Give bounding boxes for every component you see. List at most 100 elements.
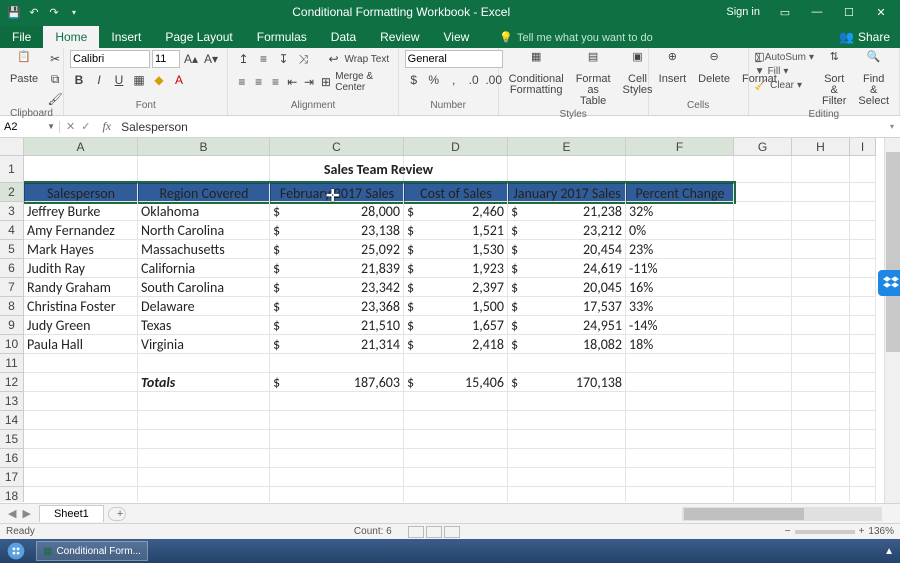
underline-button[interactable]: U [110,71,128,89]
page-break-view-icon[interactable] [444,526,460,538]
empty-cell[interactable] [734,259,792,278]
cancel-formula-icon[interactable]: ✕ [66,120,75,133]
column-header-F[interactable]: F [626,138,734,156]
tab-page-layout[interactable]: Page Layout [153,26,244,48]
empty-cell[interactable] [626,487,734,502]
empty-cell[interactable] [792,449,850,468]
cell[interactable]: 21,510 [270,316,404,335]
empty-cell[interactable] [734,278,792,297]
row-header-5[interactable]: 5 [0,240,24,259]
empty-cell[interactable] [270,411,404,430]
tab-view[interactable]: View [432,26,482,48]
minimize-button[interactable]: — [802,2,832,22]
qat-customize-icon[interactable]: ▾ [66,4,82,20]
empty-cell[interactable] [850,335,876,354]
empty-cell[interactable] [734,392,792,411]
find-select-button[interactable]: 🔍Find & Select [854,50,893,109]
column-header-B[interactable]: B [138,138,270,156]
font-size-select[interactable] [152,50,180,68]
align-left-icon[interactable]: ≡ [234,73,249,91]
ribbon-options-icon[interactable]: ▭ [770,2,800,22]
cell[interactable]: 2,460 [404,202,508,221]
empty-cell[interactable] [626,430,734,449]
cut-icon[interactable]: ✂ [46,50,64,68]
cell[interactable]: Totals [138,373,270,392]
empty-cell[interactable] [138,487,270,502]
empty-cell[interactable] [138,430,270,449]
cell[interactable]: 28,000 [270,202,404,221]
align-bottom-icon[interactable]: ↧ [274,50,292,68]
cell[interactable]: 20,045 [508,278,626,297]
cell[interactable]: Texas [138,316,270,335]
empty-cell[interactable] [626,392,734,411]
header-cell[interactable]: January 2017 Sales [508,183,626,202]
cell[interactable]: Randy Graham [24,278,138,297]
empty-cell[interactable] [404,430,508,449]
empty-cell[interactable] [24,373,138,392]
undo-icon[interactable]: ↶ [26,4,42,20]
empty-cell[interactable] [138,468,270,487]
row-header-7[interactable]: 7 [0,278,24,297]
cell[interactable]: 15,406 [404,373,508,392]
cell[interactable]: 24,951 [508,316,626,335]
cell[interactable]: 23% [626,240,734,259]
increase-decimal-icon[interactable]: .0 [465,71,483,89]
empty-cell[interactable] [792,430,850,449]
sheet-next-icon[interactable]: ▶ [22,507,30,520]
cell[interactable]: 1,923 [404,259,508,278]
expand-formula-bar-icon[interactable]: ▾ [884,122,900,131]
empty-cell[interactable] [626,468,734,487]
cell[interactable]: Virginia [138,335,270,354]
cell[interactable]: 20,454 [508,240,626,259]
cell[interactable]: South Carolina [138,278,270,297]
vertical-scrollbar[interactable] [884,138,900,503]
format-painter-icon[interactable]: 🖌 [46,90,64,108]
decrease-font-icon[interactable]: A▾ [202,50,220,68]
empty-cell[interactable] [404,411,508,430]
sort-filter-button[interactable]: ⇅Sort & Filter [818,50,850,109]
cell[interactable]: 21,238 [508,202,626,221]
add-sheet-button[interactable]: + [108,507,126,521]
save-icon[interactable]: 💾 [6,4,22,20]
start-button[interactable] [0,539,32,563]
empty-cell[interactable] [270,449,404,468]
empty-cell[interactable] [792,468,850,487]
row-header-17[interactable]: 17 [0,468,24,487]
formula-input[interactable]: Salesperson [117,120,884,134]
empty-cell[interactable] [734,373,792,392]
empty-cell[interactable] [850,221,876,240]
empty-cell[interactable] [792,259,850,278]
empty-cell[interactable] [850,430,876,449]
header-cell[interactable]: February 2017 Sales [270,183,404,202]
tab-home[interactable]: Home [43,26,99,48]
empty-cell[interactable] [508,430,626,449]
tab-file[interactable]: File [0,26,43,48]
empty-cell[interactable] [138,392,270,411]
empty-cell[interactable] [792,183,850,202]
row-header-15[interactable]: 15 [0,430,24,449]
empty-cell[interactable] [792,297,850,316]
format-as-table-button[interactable]: ▤Format as Table [572,50,615,109]
empty-cell[interactable] [792,487,850,502]
empty-cell[interactable] [850,468,876,487]
cell[interactable]: 23,138 [270,221,404,240]
cell[interactable]: 187,603 [270,373,404,392]
cell[interactable]: 18% [626,335,734,354]
tab-review[interactable]: Review [368,26,431,48]
empty-cell[interactable] [850,354,876,373]
empty-cell[interactable] [850,392,876,411]
orientation-icon[interactable]: ⤨ [294,50,312,68]
empty-cell[interactable] [508,392,626,411]
empty-cell[interactable] [792,392,850,411]
empty-cell[interactable] [24,430,138,449]
empty-cell[interactable] [270,430,404,449]
empty-cell[interactable] [850,156,876,183]
empty-cell[interactable] [734,316,792,335]
empty-cell[interactable] [850,202,876,221]
zoom-in-button[interactable]: + [859,526,865,537]
delete-cells-button[interactable]: ⊖Delete [694,50,734,87]
increase-indent-icon[interactable]: ⇥ [302,73,317,91]
row-header-16[interactable]: 16 [0,449,24,468]
column-header-C[interactable]: C [270,138,404,156]
tab-formulas[interactable]: Formulas [245,26,319,48]
